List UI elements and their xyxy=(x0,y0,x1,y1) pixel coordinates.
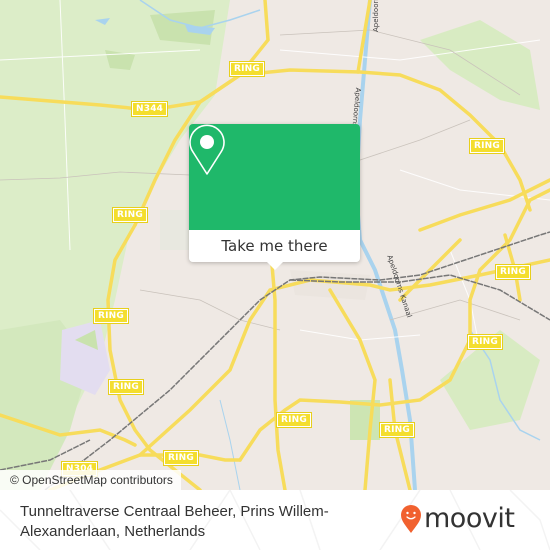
road-label: RING xyxy=(379,422,415,438)
park-area xyxy=(420,20,540,110)
take-me-there-button[interactable]: Take me there xyxy=(189,230,360,262)
stream xyxy=(219,399,241,490)
road-label: RING xyxy=(495,264,531,280)
popup-header xyxy=(189,124,360,230)
moovit-logo[interactable]: moovit xyxy=(400,503,515,534)
road-label: RING xyxy=(467,334,503,350)
road-label: RING xyxy=(112,207,148,223)
road-label: RING xyxy=(276,412,312,428)
moovit-pin-icon xyxy=(401,505,421,533)
canal-label: Apeldoorns Kanaal xyxy=(372,0,380,32)
location-popup: Take me there xyxy=(189,124,360,270)
road xyxy=(398,238,462,302)
road-label: RING xyxy=(163,450,199,466)
footer: Tunneltraverse Centraal Beheer, Prins Wi… xyxy=(0,490,550,550)
road xyxy=(418,178,550,232)
road xyxy=(270,263,287,490)
road-label: N344 xyxy=(130,101,169,117)
moovit-wordmark: moovit xyxy=(424,503,515,534)
road-label: RING xyxy=(108,379,144,395)
road-label: RING xyxy=(229,61,265,77)
location-address: Tunneltraverse Centraal Beheer, Prins Wi… xyxy=(20,503,329,540)
location-pin-icon xyxy=(189,124,225,175)
road-label: RING xyxy=(469,138,505,154)
road xyxy=(328,288,377,490)
popup-pointer xyxy=(267,262,283,270)
map[interactable]: RING N344 RING RING RING RING RING RING … xyxy=(0,0,550,490)
map-attribution[interactable]: © OpenStreetMap contributors xyxy=(0,470,181,490)
road-label: RING xyxy=(93,308,129,324)
